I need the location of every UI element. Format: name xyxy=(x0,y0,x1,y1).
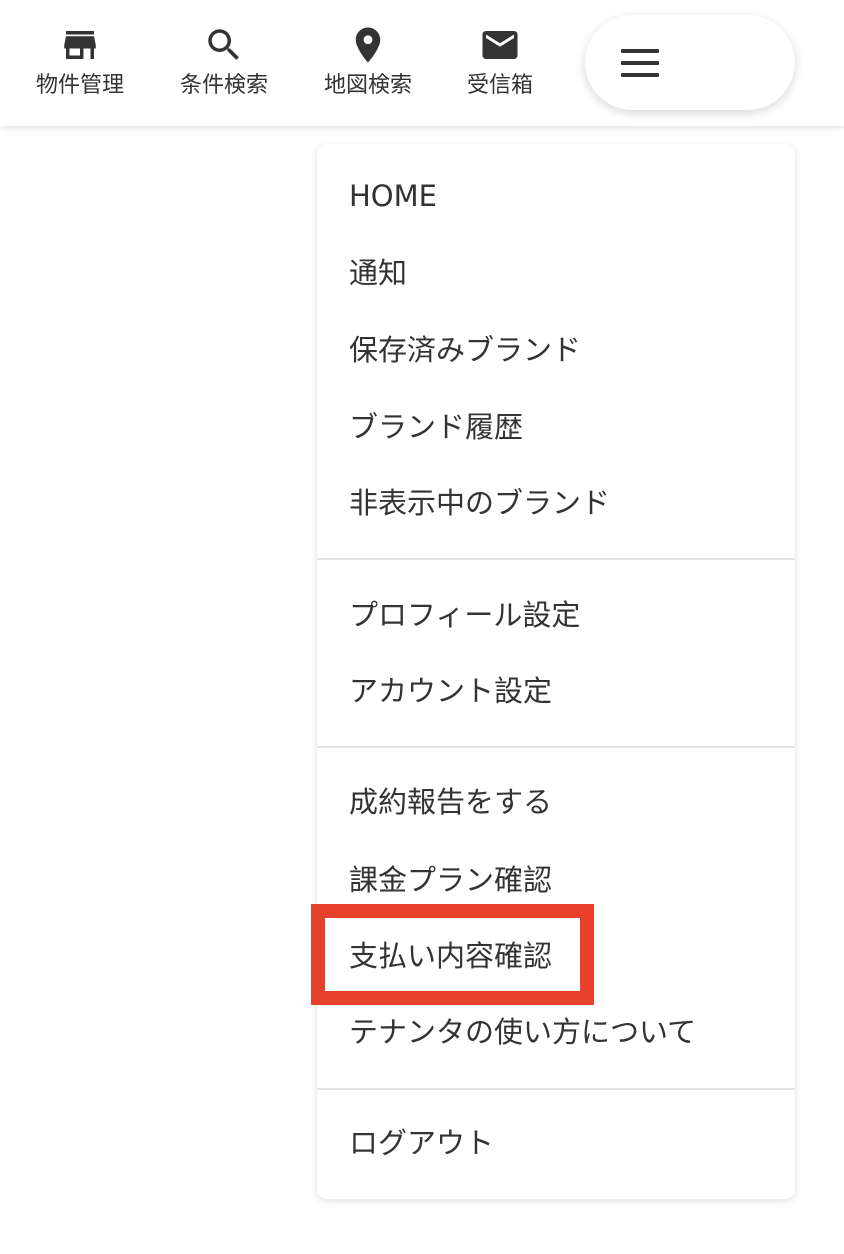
menu-toggle-button[interactable] xyxy=(585,15,795,110)
menu-item-label: プロフィール設定 xyxy=(349,598,581,632)
menu-item-payment-details[interactable]: 支払い内容確認 xyxy=(317,926,795,986)
menu-item-how-to-use[interactable]: テナンタの使い方について xyxy=(317,1002,795,1062)
hamburger-icon xyxy=(621,49,659,77)
menu-item-hidden-brands[interactable]: 非表示中のブランド xyxy=(317,473,795,533)
menu-item-billing-plan[interactable]: 課金プラン確認 xyxy=(317,850,795,910)
nav-label: 条件検索 xyxy=(179,73,268,98)
store-icon xyxy=(59,24,101,66)
menu-item-saved-brands[interactable]: 保存済みブランド xyxy=(317,320,795,380)
menu-item-brand-history[interactable]: ブランド履歴 xyxy=(317,397,795,457)
nav-condition-search[interactable]: 条件検索 xyxy=(158,20,290,110)
nav-label: 地図検索 xyxy=(323,73,412,98)
dropdown-menu: HOME 通知 保存済みブランド ブランド履歴 非表示中のブランド プロフィール… xyxy=(317,144,795,1199)
mail-icon xyxy=(479,24,521,66)
menu-item-account-settings[interactable]: アカウント設定 xyxy=(317,661,795,721)
menu-item-label: 非表示中のブランド xyxy=(349,486,611,520)
menu-item-label: 保存済みブランド xyxy=(349,333,582,367)
menu-item-report-contract[interactable]: 成約報告をする xyxy=(317,772,795,832)
nav-label: 受信箱 xyxy=(466,73,533,98)
menu-item-label: 支払い内容確認 xyxy=(349,939,553,973)
menu-item-label: HOME xyxy=(349,179,437,213)
menu-item-notifications[interactable]: 通知 xyxy=(317,243,795,303)
nav-inbox[interactable]: 受信箱 xyxy=(434,20,566,110)
menu-item-label: ログアウト xyxy=(349,1126,495,1160)
menu-item-logout[interactable]: ログアウト xyxy=(317,1113,795,1173)
menu-item-label: アカウント設定 xyxy=(349,674,553,708)
menu-item-label: 課金プラン確認 xyxy=(349,863,553,897)
nav-map-search[interactable]: 地図検索 xyxy=(302,20,434,110)
menu-item-label: ブランド履歴 xyxy=(349,410,524,444)
menu-divider xyxy=(317,558,795,560)
menu-divider xyxy=(317,746,795,748)
menu-divider xyxy=(317,1088,795,1090)
menu-item-label: 通知 xyxy=(349,256,408,290)
nav-label: 物件管理 xyxy=(35,73,124,98)
menu-item-home[interactable]: HOME xyxy=(317,166,795,226)
menu-item-label: 成約報告をする xyxy=(349,785,553,819)
map-pin-icon xyxy=(347,24,389,66)
nav-property-management[interactable]: 物件管理 xyxy=(14,20,146,110)
search-icon xyxy=(203,24,245,66)
menu-item-profile-settings[interactable]: プロフィール設定 xyxy=(317,585,795,645)
menu-item-label: テナンタの使い方について xyxy=(349,1015,697,1049)
